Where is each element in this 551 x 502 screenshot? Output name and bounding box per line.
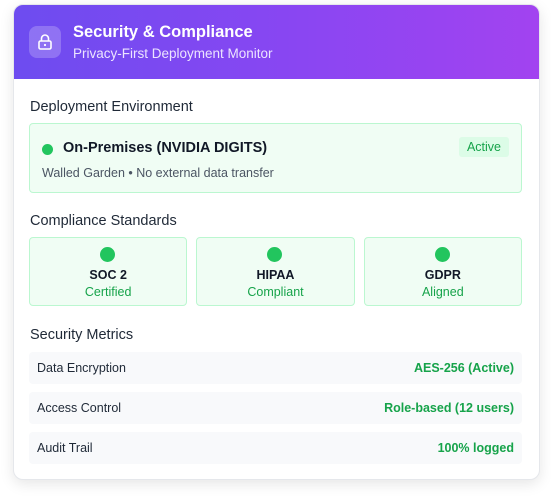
status-dot-icon [100, 247, 116, 262]
standard-name: SOC 2 [89, 268, 127, 282]
status-dot-icon [267, 247, 283, 262]
deployment-section-title: Deployment Environment [30, 99, 193, 115]
environment-name: On-Premises (NVIDIA DIGITS) [63, 140, 268, 156]
deployment-environment-panel: On-Premises (NVIDIA DIGITS) Walled Garde… [29, 123, 522, 193]
standard-status: Compliant [247, 285, 304, 299]
metric-label: Audit Trail [37, 441, 93, 455]
metric-label: Data Encryption [37, 361, 126, 375]
status-dot-icon [434, 247, 450, 262]
card-subtitle: Privacy-First Deployment Monitor [73, 45, 273, 61]
compliance-section-title: Compliance Standards [30, 213, 177, 229]
standard-name: GDPR [424, 268, 461, 282]
metric-row-access-control: Access Control Role-based (12 users) [29, 392, 522, 424]
status-dot-icon [42, 144, 53, 155]
metric-label: Access Control [37, 401, 122, 415]
metric-value: Role-based (12 users) [384, 401, 514, 415]
standard-name: HIPAA [256, 268, 295, 282]
metric-row-encryption: Data Encryption AES-256 (Active) [29, 352, 522, 384]
standard-hipaa: HIPAA Compliant [196, 237, 355, 306]
standard-status: Aligned [421, 285, 464, 299]
compliance-standards: SOC 2 Certified HIPAA Compliant GDPR Ali… [29, 237, 522, 306]
environment-description: Walled Garden • No external data transfe… [42, 166, 274, 180]
security-compliance-card: Security & Compliance Privacy-First Depl… [13, 4, 540, 480]
metric-value: AES-256 (Active) [413, 361, 514, 375]
card-title: Security & Compliance [73, 22, 253, 41]
metric-value: 100% logged [437, 441, 514, 455]
metrics-section-title: Security Metrics [30, 327, 134, 343]
lock-icon [29, 26, 61, 58]
standard-gdpr: GDPR Aligned [363, 237, 522, 306]
standard-soc2: SOC 2 Certified [29, 237, 188, 306]
status-badge: Active [458, 137, 509, 157]
standard-status: Certified [84, 285, 132, 299]
card-header: Security & Compliance Privacy-First Depl… [14, 5, 539, 79]
metric-row-audit-trail: Audit Trail 100% logged [29, 432, 522, 464]
